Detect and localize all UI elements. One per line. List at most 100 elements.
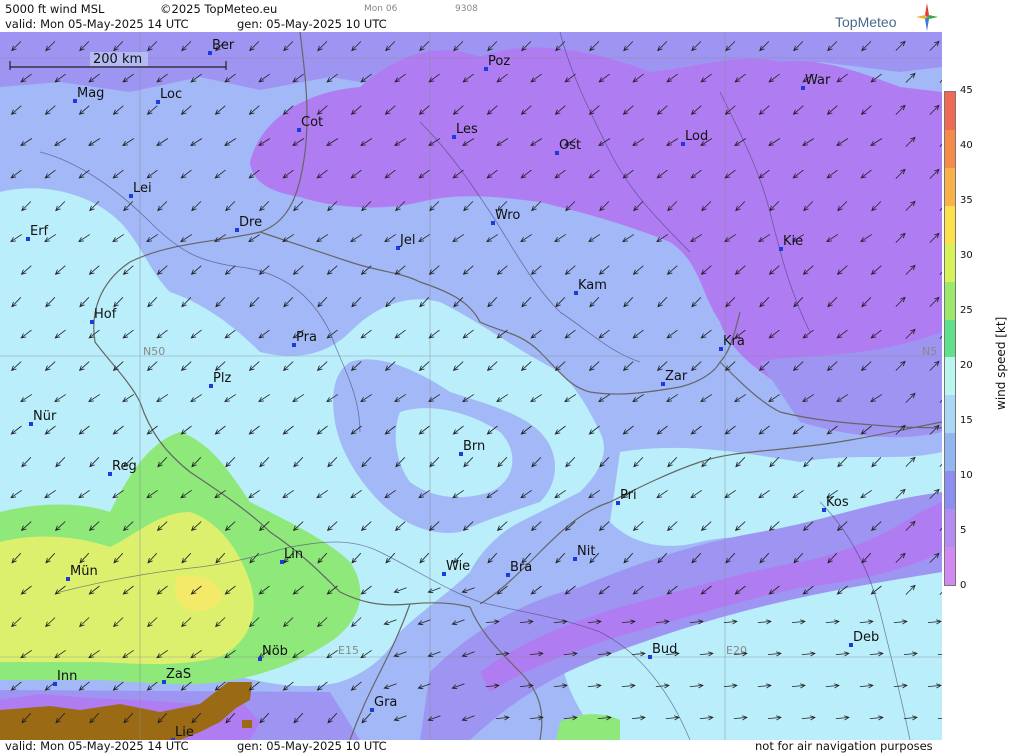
city-deb: Deb bbox=[849, 630, 879, 647]
faint-code: 9308 bbox=[455, 4, 478, 14]
legend-swatch bbox=[945, 357, 955, 396]
city-label: Bud bbox=[652, 642, 677, 657]
legend-swatch bbox=[945, 471, 955, 510]
city-label: Dre bbox=[239, 215, 262, 230]
city-label: Erf bbox=[30, 224, 49, 239]
legend-tick: 35 bbox=[960, 195, 973, 206]
city-label: Inn bbox=[57, 669, 77, 684]
city-label: Les bbox=[456, 122, 478, 137]
legend-tick: 5 bbox=[960, 525, 967, 536]
legend-tick: 0 bbox=[960, 580, 967, 591]
city-les: Les bbox=[452, 122, 478, 139]
terrain-mask-small bbox=[242, 720, 252, 728]
faint-day: Mon 06 bbox=[364, 4, 398, 14]
city-lie: Lie bbox=[171, 725, 194, 740]
city-kra: Kra bbox=[719, 334, 745, 351]
lat-label-n50: N50 bbox=[143, 345, 165, 358]
city-bud: Bud bbox=[648, 642, 677, 659]
legend-swatch bbox=[945, 395, 955, 434]
city-label: Nür bbox=[33, 409, 57, 424]
legend-swatch bbox=[945, 547, 955, 585]
city-label: Brn bbox=[463, 439, 485, 454]
city-label: Nit bbox=[577, 544, 595, 559]
valid-time: valid: Mon 05-May-2025 14 UTC bbox=[5, 17, 189, 31]
city-label: Reg bbox=[112, 459, 137, 474]
city-ost: Ost bbox=[555, 138, 581, 155]
brand-name: TopMeteo bbox=[835, 14, 897, 30]
lon-label-e15: E15 bbox=[338, 644, 359, 657]
city-label: Cot bbox=[301, 115, 323, 130]
wind-map[interactable]: N50 N5 E15 E20 200 km BerPozWarMag LocCot… bbox=[0, 32, 942, 740]
city-label: Kam bbox=[578, 278, 607, 293]
legend-tick: 20 bbox=[960, 360, 973, 371]
city-label: Kie bbox=[783, 234, 803, 249]
legend-tick: 45 bbox=[960, 85, 973, 96]
city-reg: Reg bbox=[108, 459, 137, 476]
legend-color-bar bbox=[944, 91, 956, 586]
city-label: Kra bbox=[723, 334, 745, 349]
scale-bar-label: 200 km bbox=[93, 52, 142, 67]
city-label: Kos bbox=[826, 495, 849, 510]
legend-swatch bbox=[945, 319, 955, 358]
city-nur: Nür bbox=[29, 409, 57, 426]
city-hof: Hof bbox=[90, 307, 117, 324]
city-label: Ost bbox=[559, 138, 581, 153]
legend-tick: 40 bbox=[960, 140, 973, 151]
legend-swatch bbox=[945, 92, 955, 130]
city-cot: Cot bbox=[297, 115, 323, 132]
legend-tick: 25 bbox=[960, 305, 973, 316]
city-wro: Wro bbox=[491, 208, 520, 225]
footer-disclaimer: not for air navigation purposes bbox=[755, 739, 933, 753]
footer-gen: gen: 05-May-2025 10 UTC bbox=[237, 739, 387, 753]
legend-tick: 30 bbox=[960, 250, 973, 261]
legend-swatch bbox=[945, 433, 955, 472]
city-zar: Zar bbox=[661, 369, 688, 386]
city-label: Bra bbox=[510, 560, 532, 575]
city-ber: Ber bbox=[208, 38, 235, 55]
city-inn: Inn bbox=[53, 669, 77, 686]
city-zas: ZaS bbox=[162, 667, 191, 684]
city-label: Hof bbox=[94, 307, 117, 322]
city-gra: Gra bbox=[370, 695, 397, 712]
city-label: Poz bbox=[488, 54, 510, 69]
city-erf: Erf bbox=[26, 224, 49, 241]
topmeteo-logo[interactable]: TopMeteo bbox=[833, 3, 938, 31]
legend-swatch bbox=[945, 167, 955, 206]
footer-valid: valid: Mon 05-May-2025 14 UTC bbox=[5, 739, 189, 753]
city-label: Wro bbox=[495, 208, 520, 223]
city-label: Jel bbox=[399, 233, 415, 248]
city-label: Lod bbox=[685, 129, 708, 144]
city-loc: Loc bbox=[156, 87, 182, 104]
city-dre: Dre bbox=[235, 215, 262, 232]
city-mag: Mag bbox=[73, 86, 104, 103]
city-poz: Poz bbox=[484, 54, 510, 71]
city-kie: Kie bbox=[779, 234, 803, 251]
legend-swatch bbox=[945, 243, 955, 282]
city-label: Gra bbox=[374, 695, 397, 710]
city-plz: Plz bbox=[209, 371, 231, 388]
city-pra: Pra bbox=[292, 330, 317, 347]
city-label: Mag bbox=[77, 86, 104, 101]
city-label: Wie bbox=[446, 559, 470, 574]
wind-speed-legend: 45 40 35 30 25 20 15 10 5 0 wind speed [kt] bbox=[942, 0, 1033, 754]
copyright: ©2025 TopMeteo.eu bbox=[160, 2, 278, 16]
legend-title: wind speed [kt] bbox=[994, 316, 1008, 410]
city-kos: Kos bbox=[822, 495, 849, 512]
legend-swatch bbox=[945, 205, 955, 244]
generated-time: gen: 05-May-2025 10 UTC bbox=[237, 17, 387, 31]
city-label: Deb bbox=[853, 630, 879, 645]
city-label: Ber bbox=[212, 38, 235, 53]
city-war: War bbox=[801, 73, 831, 90]
product-title: 5000 ft wind MSL bbox=[5, 2, 105, 16]
legend-swatch bbox=[945, 281, 955, 320]
footer-bar: valid: Mon 05-May-2025 14 UTC gen: 05-Ma… bbox=[0, 739, 942, 754]
city-label: Loc bbox=[160, 87, 182, 102]
city-label: Lin bbox=[284, 547, 303, 562]
city-label: Mün bbox=[70, 564, 98, 579]
city-label: Lei bbox=[133, 181, 152, 196]
city-mun: Mün bbox=[66, 564, 98, 581]
city-wie: Wie bbox=[442, 559, 470, 576]
city-label: Lie bbox=[175, 725, 194, 740]
city-pri: Pri bbox=[616, 488, 637, 505]
city-lin: Lin bbox=[280, 547, 303, 564]
